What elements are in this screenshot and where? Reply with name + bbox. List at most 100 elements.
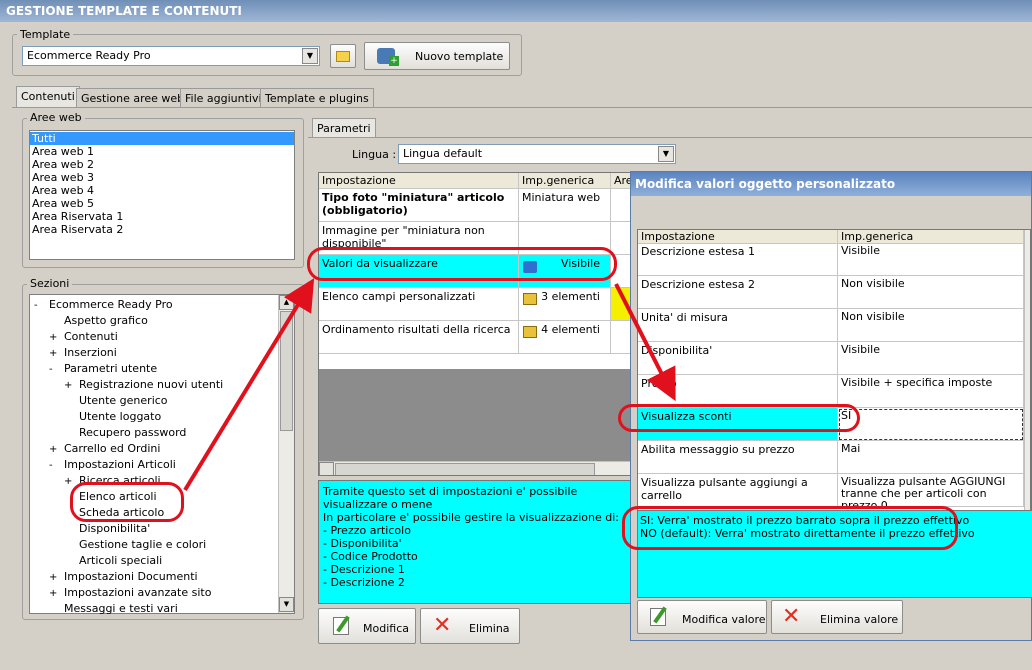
sezioni-scrollbar[interactable]: ▲ ▼: [278, 295, 294, 613]
annotation-oval-elenco: [70, 482, 184, 522]
lingua-select[interactable]: Lingua default ▼: [398, 144, 676, 164]
tree-item[interactable]: + Registrazione nuovi utenti: [64, 377, 223, 393]
setting-name[interactable]: Elenco campi personalizzati: [319, 288, 519, 321]
tree-item-label: Disponibilita': [79, 522, 151, 535]
plus-icon: +: [389, 56, 399, 66]
tree-item-label: Registrazione nuovi utenti: [79, 378, 224, 391]
new-template-button[interactable]: + Nuovo template: [364, 42, 510, 70]
tree-expander-icon[interactable]: +: [49, 570, 58, 586]
setting-value[interactable]: Visibile: [838, 243, 1024, 276]
tab-template-plugins[interactable]: Template e plugins: [260, 88, 374, 108]
scroll-up-icon[interactable]: ▲: [279, 295, 294, 310]
tree-item[interactable]: Gestione taglie e colori: [64, 537, 206, 553]
aree-web-list[interactable]: Tutti Area web 1 Area web 2 Area web 3 Area …: [29, 130, 295, 260]
setting-name[interactable]: Descrizione estesa 2: [638, 276, 838, 309]
area-cell[interactable]: [611, 222, 631, 255]
tree-expander-icon[interactable]: +: [49, 346, 58, 362]
dialog-scrollbar[interactable]: [1024, 230, 1030, 510]
elimina-label: Elimina: [469, 622, 510, 635]
tree-item[interactable]: + Inserzioni: [49, 345, 117, 361]
tree-expander-icon[interactable]: +: [49, 586, 58, 602]
list-item[interactable]: Area Riservata 2: [30, 223, 294, 236]
area-cell[interactable]: [611, 288, 631, 321]
setting-value[interactable]: Miniatura web: [519, 189, 611, 222]
chevron-down-icon[interactable]: ▼: [302, 48, 318, 64]
modifica-label: Modifica: [363, 622, 409, 635]
parametri-divider: [308, 137, 1032, 138]
tree-expander-icon[interactable]: -: [49, 362, 58, 378]
tree-item[interactable]: Utente generico: [64, 393, 168, 409]
tab-parametri[interactable]: Parametri: [312, 118, 376, 138]
tree-item[interactable]: Utente loggato: [64, 409, 161, 425]
list-item[interactable]: Area web 5: [30, 197, 294, 210]
scroll-left-icon[interactable]: [319, 462, 334, 475]
scroll-thumb[interactable]: [335, 463, 595, 475]
setting-value[interactable]: Visibile + specifica imposte: [838, 375, 1024, 408]
annotation-oval-info: [622, 506, 958, 550]
setting-value[interactable]: Visualizza pulsante AGGIUNGI tranne che …: [838, 474, 1024, 507]
tree-item[interactable]: - Ecommerce Ready Pro: [34, 297, 173, 313]
folder-icon: [336, 50, 350, 62]
tree-item[interactable]: Disponibilita': [64, 521, 150, 537]
tree-expander-icon[interactable]: +: [49, 330, 58, 346]
sezioni-tree[interactable]: - Ecommerce Ready Pro Aspetto grafico + Cont…: [29, 294, 295, 617]
column-header[interactable]: Impostazione: [319, 173, 519, 189]
tab-file-aggiuntivi[interactable]: File aggiuntivi: [180, 88, 267, 108]
setting-name[interactable]: Ordinamento risultati della ricerca: [319, 321, 519, 354]
tree-expander-icon[interactable]: +: [64, 474, 73, 490]
modifica-valore-button[interactable]: Modifica valore: [637, 600, 767, 634]
setting-name[interactable]: Disponibilita': [638, 342, 838, 375]
setting-name[interactable]: Abilita messaggio su prezzo: [638, 441, 838, 474]
column-header[interactable]: Imp.generica: [838, 230, 1024, 244]
tree-item[interactable]: + Contenuti: [49, 329, 118, 345]
setting-name[interactable]: Descrizione estesa 1: [638, 243, 838, 276]
setting-name[interactable]: Tipo foto "miniatura" articolo (obbligat…: [319, 189, 519, 222]
area-cell[interactable]: [611, 189, 631, 222]
list-item[interactable]: Area web 3: [30, 171, 294, 184]
tree-expander-icon[interactable]: +: [49, 442, 58, 458]
tree-item[interactable]: Recupero password: [64, 425, 186, 441]
tree-item[interactable]: - Parametri utente: [49, 361, 157, 377]
modifica-button[interactable]: Modifica: [318, 608, 416, 644]
tree-expander-icon[interactable]: -: [34, 298, 43, 314]
tree-item[interactable]: Aspetto grafico: [49, 313, 148, 329]
list-item[interactable]: Area Riservata 1: [30, 210, 294, 223]
elimina-button[interactable]: ✕ Elimina: [420, 608, 520, 644]
scroll-thumb[interactable]: [280, 311, 293, 431]
dialog-grid[interactable]: Impostazione Imp.generica Descrizione este…: [637, 229, 1031, 511]
setting-value[interactable]: SI: [838, 408, 1024, 441]
list-item[interactable]: Area web 4: [30, 184, 294, 197]
template-select[interactable]: Ecommerce Ready Pro ▼: [22, 46, 320, 66]
open-folder-button[interactable]: [330, 44, 356, 68]
template-select-value: Ecommerce Ready Pro: [27, 49, 151, 62]
tree-item[interactable]: Messaggi e testi vari: [49, 601, 178, 617]
setting-value[interactable]: Non visibile: [838, 276, 1024, 309]
column-header[interactable]: Are: [611, 173, 631, 189]
parametri-grid[interactable]: Impostazione Imp.generica Are Tipo foto "mi…: [318, 172, 632, 476]
tree-item[interactable]: + Impostazioni Documenti: [49, 569, 198, 585]
setting-name[interactable]: Visualizza pulsante aggiungi a carrello: [638, 474, 838, 507]
setting-value[interactable]: Non visibile: [838, 309, 1024, 342]
aree-web-label: Aree web: [27, 111, 85, 124]
column-header[interactable]: Imp.generica: [519, 173, 611, 189]
setting-value[interactable]: Visibile: [838, 342, 1024, 375]
parametri-hscrollbar[interactable]: [319, 461, 631, 475]
elimina-valore-button[interactable]: ✕ Elimina valore: [771, 600, 903, 634]
tree-item[interactable]: + Impostazioni avanzate sito: [49, 585, 211, 601]
tab-gestione-aree-web[interactable]: Gestione aree web: [76, 88, 190, 108]
scroll-down-icon[interactable]: ▼: [279, 597, 294, 612]
tree-item[interactable]: - Impostazioni Articoli: [49, 457, 176, 473]
setting-value[interactable]: Mai: [838, 441, 1024, 474]
list-item[interactable]: Tutti: [30, 132, 294, 145]
column-header[interactable]: Impostazione: [638, 230, 838, 244]
area-cell[interactable]: [611, 321, 631, 354]
tree-expander-icon[interactable]: -: [49, 458, 58, 474]
setting-name[interactable]: Unita' di misura: [638, 309, 838, 342]
list-item[interactable]: Area web 1: [30, 145, 294, 158]
list-item[interactable]: Area web 2: [30, 158, 294, 171]
tree-expander-icon[interactable]: +: [64, 378, 73, 394]
tree-item[interactable]: + Carrello ed Ordini: [49, 441, 160, 457]
tree-item[interactable]: Articoli speciali: [64, 553, 162, 569]
chevron-down-icon[interactable]: ▼: [658, 146, 674, 162]
tab-contenuti[interactable]: Contenuti: [16, 86, 80, 108]
